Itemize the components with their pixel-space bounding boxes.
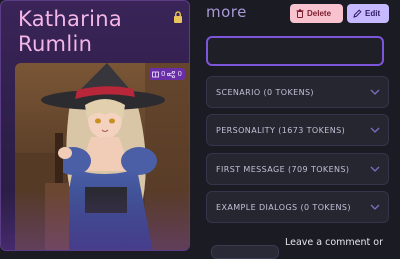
pencil-icon [353,9,362,18]
bottom-button-partial[interactable] [211,245,279,259]
delete-label: Delete [307,9,332,18]
accordion-scenario[interactable]: SCENARIO (0 TOKENS) [206,76,389,108]
page-title-fragment: more [206,3,247,21]
lock-icon [173,8,183,23]
comment-prompt: Leave a comment or [285,237,383,248]
character-card: Katharina Rumlin 0 0 [0,0,190,251]
edit-button[interactable]: Edit [347,4,389,23]
trash-icon [296,9,304,18]
accordion-label: FIRST MESSAGE (709 TOKENS) [216,164,350,174]
accordion-label: SCENARIO (0 TOKENS) [216,87,314,97]
character-name: Katharina Rumlin [18,7,123,56]
character-portrait[interactable] [15,63,189,250]
share-icon [167,70,176,78]
card-stats-badge: 0 0 [149,68,185,80]
accordion-example-dialogs[interactable]: EXAMPLE DIALOGS (0 TOKENS) [206,191,389,223]
stat-count-second: 0 [177,70,182,78]
chevron-down-icon [370,166,380,172]
edit-label: Edit [365,9,381,18]
text-input-field[interactable] [206,36,384,66]
chevron-down-icon [370,89,380,95]
accordion-label: PERSONALITY (1673 TOKENS) [216,125,346,135]
chevron-down-icon [370,127,380,133]
stat-count-first: 0 [161,70,166,78]
book-icon [152,71,159,78]
delete-button[interactable]: Delete [290,4,343,23]
accordion-label: EXAMPLE DIALOGS (0 TOKENS) [216,202,351,212]
accordion-personality[interactable]: PERSONALITY (1673 TOKENS) [206,114,389,146]
accordion-first-message[interactable]: FIRST MESSAGE (709 TOKENS) [206,153,389,185]
chevron-down-icon [370,204,380,210]
